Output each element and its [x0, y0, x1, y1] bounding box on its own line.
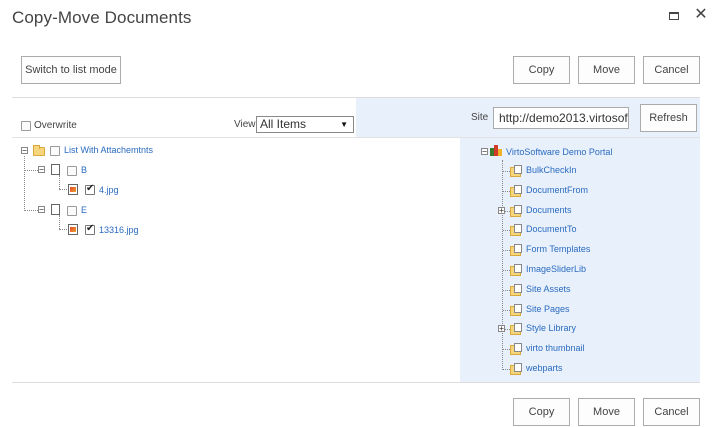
close-icon[interactable]: ✕	[692, 6, 710, 24]
expand-icon[interactable]: +	[498, 325, 505, 333]
tree-checkbox-13316jpg[interactable]	[85, 223, 95, 235]
library-icon	[510, 264, 522, 276]
collapse-icon[interactable]: −	[481, 148, 488, 156]
tree-line	[503, 190, 510, 192]
move-button-top[interactable]: Move	[578, 56, 635, 84]
tree-line	[503, 270, 510, 271]
tree-item-label[interactable]: virto thumbnail	[526, 343, 585, 353]
copy-button[interactable]: Copy	[513, 398, 570, 426]
tree-line	[59, 189, 67, 190]
tree-node-4jpg[interactable]: 4.jpg	[99, 185, 119, 195]
tree-item-label[interactable]: Form Templates	[526, 244, 590, 254]
tree-line	[503, 171, 510, 172]
view-select[interactable]: All Items ▼	[256, 116, 354, 133]
image-file-icon	[68, 224, 78, 235]
image-file-icon	[68, 184, 78, 195]
tree-node-b[interactable]: B	[81, 165, 87, 175]
tree-node-site-root[interactable]: VirtoSoftware Demo Portal	[506, 147, 612, 157]
tree-line	[503, 349, 510, 351]
tree-item-label[interactable]: Site Pages	[526, 304, 570, 314]
view-select-value: All Items	[260, 117, 307, 131]
maximize-icon[interactable]	[665, 6, 683, 24]
tree-line	[24, 156, 25, 211]
cancel-button-top[interactable]: Cancel	[643, 56, 700, 84]
tree-line	[503, 289, 510, 291]
tree-line	[59, 215, 60, 229]
library-icon	[510, 224, 522, 237]
tree-item-label[interactable]: Style Library	[526, 323, 576, 333]
library-icon	[510, 204, 522, 217]
tree-line	[503, 250, 510, 252]
view-label: View	[234, 119, 256, 130]
tree-line	[503, 309, 510, 311]
tree-item-label[interactable]: webparts	[526, 363, 563, 373]
library-icon	[510, 363, 522, 375]
tree-line	[25, 210, 38, 211]
tree-item-label[interactable]: DocumentFrom	[526, 185, 588, 195]
document-icon	[51, 164, 60, 175]
tree-item-label[interactable]: Documents	[526, 205, 572, 215]
tree-node-13316jpg[interactable]: 13316.jpg	[99, 225, 139, 235]
tree-item-label[interactable]: Site Assets	[526, 284, 571, 294]
library-icon	[510, 184, 522, 197]
library-icon	[510, 283, 522, 296]
library-icon	[510, 343, 522, 356]
cancel-button[interactable]: Cancel	[643, 398, 700, 426]
site-portal-icon	[490, 145, 502, 156]
tree-node-list-with-attachments[interactable]: List With Attachemtnts	[64, 145, 153, 155]
collapse-icon[interactable]: −	[21, 147, 28, 155]
expand-icon[interactable]: +	[498, 206, 505, 214]
switch-to-list-mode-button[interactable]: Switch to list mode	[21, 56, 121, 84]
divider-bottom	[12, 382, 700, 383]
tree-line	[503, 230, 510, 232]
tree-checkbox-e[interactable]	[67, 206, 77, 216]
divider-top	[12, 97, 700, 98]
collapse-icon[interactable]: −	[38, 206, 45, 214]
refresh-button[interactable]: Refresh	[640, 104, 697, 132]
tree-line	[25, 170, 38, 171]
site-label: Site	[471, 112, 489, 123]
divider-header	[12, 137, 700, 138]
tree-node-e[interactable]: E	[81, 205, 87, 215]
collapse-icon[interactable]: −	[38, 166, 45, 174]
right-pane	[460, 97, 700, 382]
tree-item-label[interactable]: BulkCheckIn	[526, 165, 577, 175]
overwrite-label: Overwrite	[34, 120, 77, 131]
tree-line	[59, 229, 67, 230]
dropdown-arrow-icon: ▼	[340, 120, 348, 129]
tree-line	[503, 369, 510, 370]
document-icon	[51, 204, 60, 215]
tree-item-label[interactable]: ImageSliderLib	[526, 264, 586, 274]
library-icon	[510, 323, 522, 336]
site-url-input[interactable]: http://demo2013.virtosof	[493, 107, 629, 129]
tree-checkbox-4jpg[interactable]	[85, 183, 95, 195]
tree-item-label[interactable]: DocumentTo	[526, 224, 577, 234]
folder-icon	[33, 145, 45, 156]
copy-button-top[interactable]: Copy	[513, 56, 570, 84]
library-icon	[510, 244, 522, 257]
library-icon	[510, 303, 522, 316]
tree-line	[59, 175, 60, 189]
library-icon	[510, 165, 522, 177]
dialog-title: Copy-Move Documents	[12, 8, 192, 27]
tree-checkbox-root[interactable]	[50, 146, 60, 156]
move-button[interactable]: Move	[578, 398, 635, 426]
overwrite-checkbox[interactable]	[21, 121, 31, 131]
tree-checkbox-b[interactable]	[67, 166, 77, 176]
